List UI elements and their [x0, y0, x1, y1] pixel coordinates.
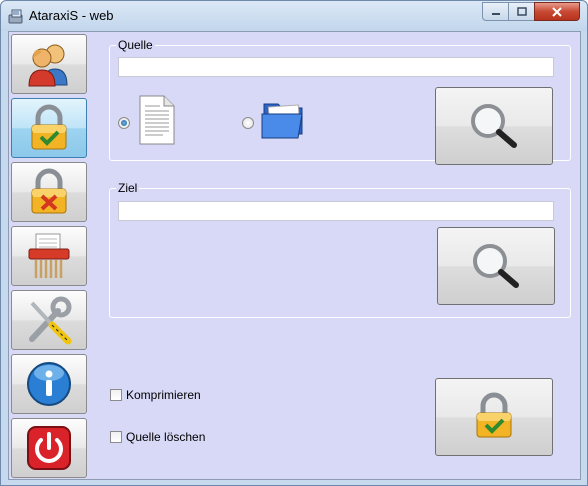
sidebar-item-info[interactable]: [11, 354, 87, 414]
maximize-icon: [516, 6, 527, 16]
compress-label[interactable]: Komprimieren: [126, 388, 201, 402]
maximize-button[interactable]: [508, 2, 535, 21]
client-area: Quelle Ziel Komprimieren Quelle löschen: [8, 31, 581, 480]
target-group-label: Ziel: [116, 181, 140, 195]
sidebar-item-settings[interactable]: [11, 290, 87, 350]
minimize-button[interactable]: [482, 2, 509, 21]
compress-checkbox[interactable]: [110, 389, 122, 401]
tools-icon: [29, 296, 72, 345]
lock-x-icon: [31, 168, 67, 214]
title-bar[interactable]: AtaraxiS - web: [1, 1, 587, 31]
sidebar-item-users[interactable]: [11, 34, 87, 94]
app-icon[interactable]: [7, 7, 25, 25]
window-title: AtaraxiS - web: [29, 8, 114, 23]
sidebar-item-encrypt[interactable]: [11, 98, 87, 158]
info-icon: [27, 362, 71, 406]
encrypt-button[interactable]: [435, 378, 553, 456]
delete-source-label[interactable]: Quelle löschen: [126, 430, 205, 444]
file-icon[interactable]: [137, 94, 177, 146]
magnifier-icon: [473, 244, 519, 288]
source-folder-radio[interactable]: [242, 117, 254, 129]
close-button[interactable]: [534, 2, 580, 21]
source-group-label: Quelle: [116, 38, 155, 52]
app-window: AtaraxiS - web Quelle Ziel Komprimieren …: [0, 0, 588, 486]
close-icon: [552, 6, 562, 17]
target-group: Ziel: [109, 181, 571, 318]
users-icon: [28, 44, 68, 87]
power-icon: [27, 426, 71, 470]
lock-check-icon: [476, 392, 512, 438]
sidebar-item-shredder[interactable]: [11, 226, 87, 286]
shredder-icon: [28, 233, 70, 278]
source-group: Quelle: [109, 38, 571, 165]
source-path-input[interactable]: [118, 57, 554, 77]
delete-source-checkbox[interactable]: [110, 431, 122, 443]
target-path-input[interactable]: [118, 201, 554, 221]
browse-source-button[interactable]: [435, 87, 553, 165]
lock-check-icon: [31, 104, 67, 150]
minimize-icon: [491, 12, 500, 15]
sidebar-item-exit[interactable]: [11, 418, 87, 478]
source-file-radio[interactable]: [118, 117, 130, 129]
folder-icon[interactable]: [260, 96, 308, 142]
sidebar-item-decrypt[interactable]: [11, 162, 87, 222]
browse-target-button[interactable]: [437, 227, 555, 305]
magnifier-icon: [471, 104, 517, 148]
